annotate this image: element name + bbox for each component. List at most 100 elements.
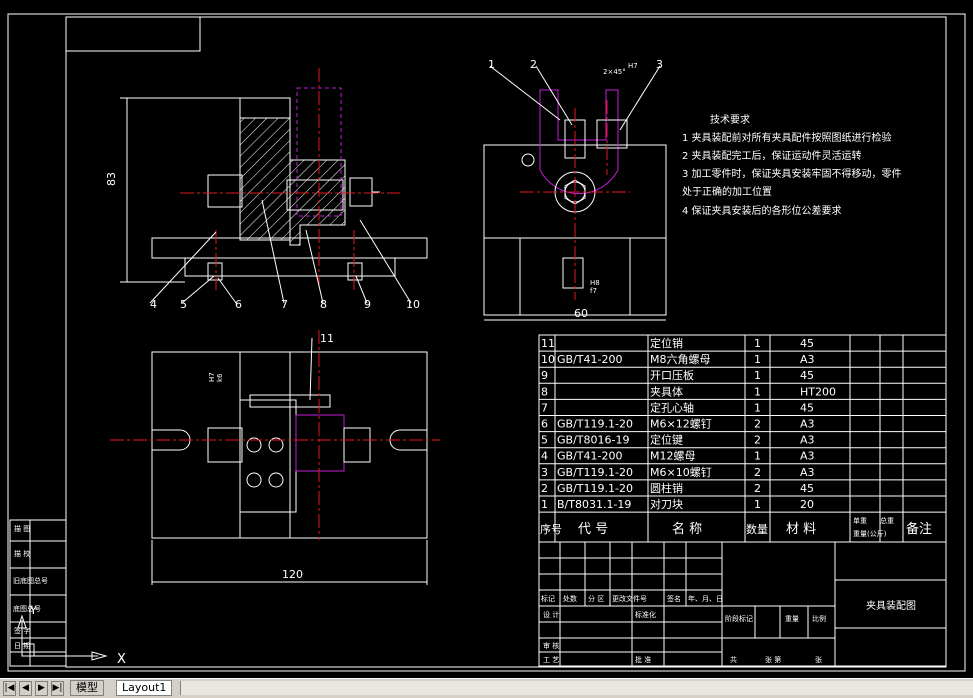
tech-item-2: 2 夹具装配完工后，保证运动件灵活运转 [682,149,862,162]
dim-chamfer: 2×45° [603,68,626,76]
bom-cell-qty: 1 [754,369,761,382]
dim-fit-f7: f7 [590,287,597,295]
bom-table: 11 定位销 1 4510 GB/T41-200 M8六角螺母 1 A39 开口压板 1 458 夹具… [538,334,947,543]
bom-cell-material: 20 [800,498,814,511]
balloon-3: 3 [656,58,663,71]
bom-cell-material: 45 [800,337,814,350]
bom-cell-code: GB/T119.1-20 [557,482,633,495]
bom-cell-material: A3 [800,450,815,463]
balloon-6: 6 [235,298,242,311]
drawing-canvas[interactable]: 83 4 5 6 7 8 9 10 1 2 3 2×45° H7 H8 f7 6… [0,0,973,678]
balloon-2: 2 [530,58,537,71]
dim-fit-h8: H8 [590,279,600,287]
bom-cell-no: 3 [541,466,548,479]
bom-cell-no: 4 [541,450,548,463]
tech-requirements: 技术要求 1 夹具装配前对所有夹具配件按照图纸进行检验 2 夹具装配完工后，保证… [682,113,902,217]
dim-fit-top: H7 [628,62,638,70]
dim-120: 120 [282,568,303,581]
bom-cell-material: 45 [800,369,814,382]
ucs-x-label: X [117,652,126,667]
tb-weight: 重量 [785,615,799,623]
bom-header-total-weight: 总重 [880,516,894,525]
tb-sign: 签名 [667,594,681,603]
tb-count: 处数 [563,594,577,603]
bom-cell-qty: 1 [754,401,761,414]
bom-cell-no: 7 [541,401,548,414]
bom-cell-no: 9 [541,369,548,382]
first-tab-button[interactable]: |◀ [3,681,16,696]
bom-cell-name: M6×12螺钉 [650,418,712,431]
bom-cell-no: 11 [541,337,555,350]
bom-cell-name: 定位销 [650,336,683,350]
tech-item-4: 4 保证夹具安装后的各形位公差要求 [682,204,842,217]
ucs-y-label: Y [29,604,37,617]
bom-cell-no: 5 [541,434,548,447]
bom-cell-code: GB/T41-200 [557,353,622,366]
bom-cell-name: 开口压板 [650,368,694,382]
dim-83: 83 [105,172,118,186]
balloon-9: 9 [364,298,371,311]
tb-approve: 批 准 [635,655,651,664]
bom-cell-no: 1 [541,498,548,511]
bom-cell-qty: 2 [754,482,761,495]
tb-total: 共 [730,655,737,664]
front-view: 83 [105,68,428,304]
dim-60: 60 [574,307,588,320]
bom-cell-no: 2 [541,482,548,495]
bom-cell-qty: 1 [754,498,761,511]
dim-fit-k6: k6 [216,373,224,382]
tb-mark: 标记 [541,594,555,603]
tab-layout1[interactable]: Layout1 [116,680,173,696]
bom-header-material: 材 料 [786,522,816,537]
bom-cell-name: 定位键 [650,433,683,447]
bom-cell-material: A3 [800,466,815,479]
tech-item-3: 3 加工零件时，保证夹具安装牢固不得移动，零件 [682,167,902,180]
balloon-5: 5 [180,298,187,311]
bom-cell-name: 夹具体 [650,384,683,398]
drawing-title: 夹具装配图 [866,599,916,612]
tech-item-3b: 处于正确的加工位置 [682,185,772,198]
corner-box [65,16,201,52]
tab-model[interactable]: 模型 [70,680,104,696]
bom-cell-qty: 1 [754,450,761,463]
bom-cell-code: GB/T119.1-20 [557,418,633,431]
bom-header-qty: 数量 [746,523,768,536]
bom-cell-code: GB/T41-200 [557,450,622,463]
bom-header-weight: 重量(公斤) [853,529,887,538]
lc-check: 描 校 [14,549,30,558]
tb-change: 更改文件号 [612,594,647,603]
bom-cell-material: A3 [800,434,815,447]
bom-cell-qty: 2 [754,434,761,447]
tb-sheet-end: 张 [815,655,822,664]
bom-cell-no: 6 [541,418,548,431]
top-view [110,330,440,585]
last-tab-button[interactable]: ▶| [51,681,64,696]
tb-sheet: 张 第 [765,655,781,664]
tb-stage: 阶段标记 [725,614,753,623]
lc-base-no: 底图总号 [13,604,41,613]
dim-fit-h7: H7 [208,372,216,382]
bom-cell-material: A3 [800,353,815,366]
tech-title: 技术要求 [710,113,750,126]
prev-tab-button[interactable]: ◀ [19,681,32,696]
layout-tab-bar: |◀ ◀ ▶ ▶| 模型 Layout1 [0,678,973,698]
next-tab-button[interactable]: ▶ [35,681,48,696]
tb-design: 设 计 [543,610,559,619]
bom-cell-material: HT200 [800,385,836,398]
horizontal-scrollbar[interactable] [180,681,973,695]
balloon-1: 1 [488,58,495,71]
lc-old-no: 旧底图总号 [13,576,48,585]
bom-cell-qty: 2 [754,466,761,479]
tb-process: 工 艺 [543,656,559,664]
side-view [483,65,667,321]
drawing-frame [65,16,947,668]
bom-cell-name: M12螺母 [650,450,696,463]
bom-cell-material: 45 [800,482,814,495]
bom-cell-material: A3 [800,418,815,431]
bom-cell-qty: 1 [754,353,761,366]
balloon-7: 7 [281,298,288,311]
balloon-10: 10 [406,298,420,311]
bom-header-unit-weight: 单重 [853,516,867,525]
balloon-8: 8 [320,298,327,311]
bom-cell-code: GB/T8016-19 [557,434,629,447]
